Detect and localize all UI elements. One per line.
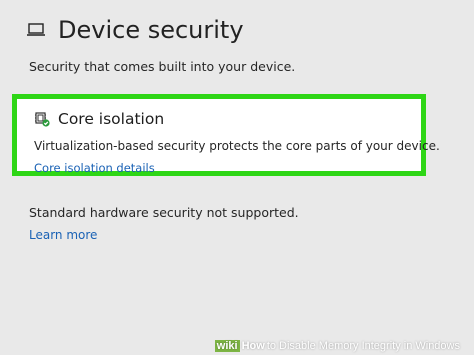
- core-isolation-details-link[interactable]: Core isolation details: [34, 161, 155, 175]
- page-header: Device security: [26, 16, 244, 44]
- page-title: Device security: [58, 16, 244, 44]
- watermark-wiki: wiki: [214, 340, 240, 352]
- core-isolation-title: Core isolation: [58, 110, 165, 128]
- core-isolation-section: Core isolation Virtualization-based secu…: [12, 94, 440, 176]
- learn-more-link[interactable]: Learn more: [29, 228, 97, 242]
- page-subtitle: Security that comes built into your devi…: [29, 59, 296, 74]
- hardware-security-status: Standard hardware security not supported…: [29, 205, 299, 220]
- wikihow-watermark: wiki How to Disable Memory Integrity in …: [214, 340, 460, 352]
- core-isolation-icon: [34, 111, 50, 127]
- core-isolation-description: Virtualization-based security protects t…: [34, 139, 440, 153]
- watermark-caption: to Disable Memory Integrity in Windows: [266, 340, 460, 352]
- laptop-icon: [26, 22, 46, 38]
- core-isolation-header: Core isolation: [34, 110, 164, 128]
- watermark-how: How: [241, 340, 265, 352]
